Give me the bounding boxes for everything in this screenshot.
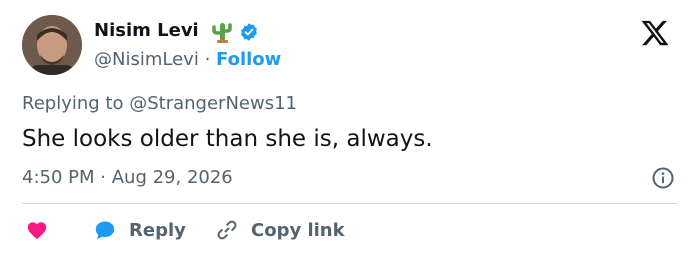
author-handle[interactable]: @NisimLevi xyxy=(94,49,199,70)
reply-button[interactable]: Reply xyxy=(93,217,186,243)
reply-bubble-icon xyxy=(95,221,115,239)
handle-separator: · xyxy=(204,49,211,70)
reply-label: Reply xyxy=(129,219,186,241)
reply-prefix: Replying to xyxy=(22,93,124,114)
info-icon[interactable] xyxy=(651,166,675,190)
handle-row: @NisimLevi · Follow xyxy=(94,49,281,71)
copy-link-button[interactable]: Copy link xyxy=(215,217,345,243)
avatar-image xyxy=(22,15,82,75)
timestamp-separator: · xyxy=(100,167,106,188)
tweet-text: She looks older than she is, always. xyxy=(22,126,433,152)
reply-context: Replying to @StrangerNews11 xyxy=(22,93,297,115)
link-icon xyxy=(217,220,237,240)
author-name[interactable]: Nisim Levi xyxy=(94,20,199,42)
heart-icon xyxy=(27,222,47,240)
tweet-time: 4:50 PM xyxy=(22,167,95,188)
like-button[interactable] xyxy=(25,217,49,243)
divider xyxy=(22,203,678,204)
copy-link-label: Copy link xyxy=(251,219,345,241)
verified-badge-icon xyxy=(241,23,257,41)
follow-button[interactable]: Follow xyxy=(216,49,281,70)
tweet-timestamp[interactable]: 4:50 PM · Aug 29, 2026 xyxy=(22,167,233,189)
tweet-date: Aug 29, 2026 xyxy=(111,167,233,188)
reply-mention-link[interactable]: @StrangerNews11 xyxy=(129,93,297,114)
avatar[interactable] xyxy=(22,15,82,75)
x-logo-icon[interactable] xyxy=(640,18,670,48)
cactus-icon xyxy=(212,23,232,43)
